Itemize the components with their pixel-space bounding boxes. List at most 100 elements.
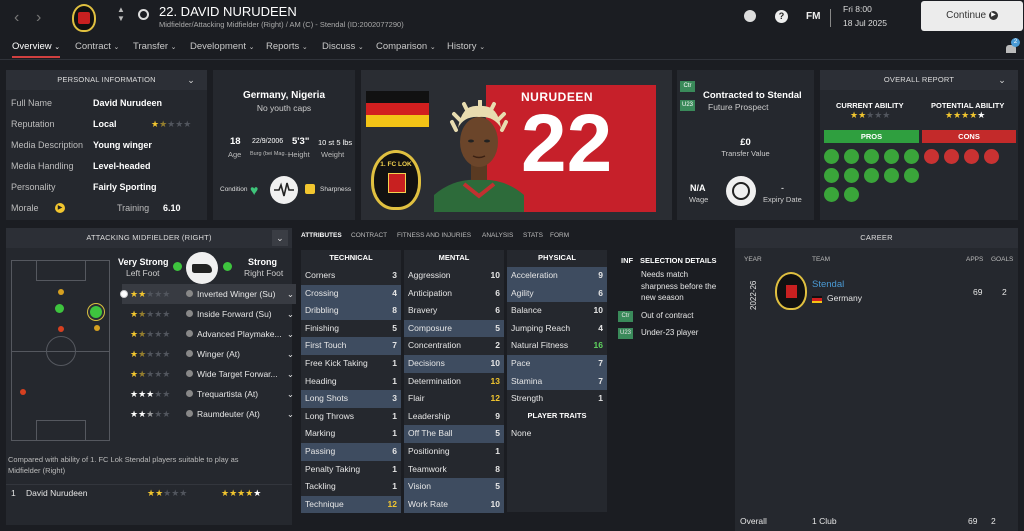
- tab-form[interactable]: FORM: [550, 232, 569, 239]
- attribute-row[interactable]: Off The Ball 5: [404, 425, 504, 443]
- chevron-down-icon[interactable]: ⌄: [287, 364, 294, 384]
- role-row[interactable]: ★★★★★ Advanced Playmake... ⌄: [122, 324, 296, 344]
- attribute-row[interactable]: Concentration 2: [404, 337, 504, 355]
- attribute-row[interactable]: Anticipation 6: [404, 285, 504, 303]
- chevron-down-icon[interactable]: ⌄: [287, 404, 294, 424]
- role-row[interactable]: ★★★★★ Trequartista (At) ⌄: [122, 384, 296, 404]
- pro-icon[interactable]: [864, 149, 879, 164]
- attribute-row[interactable]: First Touch 7: [301, 337, 401, 355]
- attribute-row[interactable]: Pace 7: [507, 355, 607, 373]
- chevron-down-icon[interactable]: ⌄: [287, 324, 294, 344]
- pro-icon[interactable]: [864, 168, 879, 183]
- attribute-row[interactable]: Dribbling 8: [301, 302, 401, 320]
- tab-contract-details[interactable]: CONTRACT: [351, 232, 387, 239]
- attribute-row[interactable]: Flair 12: [404, 390, 504, 408]
- attribute-row[interactable]: Technique 12: [301, 495, 401, 514]
- attribute-row[interactable]: Aggression 10: [404, 267, 504, 285]
- con-icon[interactable]: [964, 149, 979, 164]
- continue-button[interactable]: Continue ▶: [921, 1, 1023, 31]
- role-row[interactable]: ★★★★★ Wide Target Forwar... ⌄: [122, 364, 296, 384]
- pro-icon[interactable]: [824, 149, 839, 164]
- chevron-down-icon[interactable]: ⌄: [287, 284, 294, 304]
- help-icon[interactable]: ?: [775, 10, 788, 23]
- tab-overview[interactable]: Overview ⌄: [12, 41, 61, 58]
- notification-icon[interactable]: 2: [1004, 38, 1020, 54]
- info-icon[interactable]: [186, 290, 193, 297]
- chevron-down-icon[interactable]: ⌄: [272, 230, 288, 246]
- tab-stats[interactable]: STATS: [523, 232, 543, 239]
- pro-icon[interactable]: [884, 168, 899, 183]
- compare-row[interactable]: 1 David Nurudeen ★★★★★ ★★★★★: [6, 484, 292, 502]
- tab-contract[interactable]: Contract ⌄: [75, 41, 119, 52]
- attribute-row[interactable]: Vision 5: [404, 478, 504, 496]
- role-row[interactable]: ★★★★★ Inside Forward (Su) ⌄: [122, 304, 296, 324]
- attribute-row[interactable]: Acceleration 9: [507, 267, 607, 285]
- pro-icon[interactable]: [824, 168, 839, 183]
- info-icon[interactable]: [186, 310, 193, 317]
- chevron-down-icon[interactable]: ⌄: [287, 304, 294, 324]
- info-icon[interactable]: [186, 410, 193, 417]
- tab-discuss[interactable]: Discuss ⌄: [322, 41, 364, 52]
- tab-analysis[interactable]: ANALYSIS: [482, 232, 513, 239]
- attribute-row[interactable]: Long Throws 1: [301, 408, 401, 426]
- attribute-row[interactable]: Penalty Taking 1: [301, 461, 401, 479]
- attribute-row[interactable]: Balance 10: [507, 302, 607, 320]
- forward-arrow-icon[interactable]: ›: [36, 9, 41, 27]
- fm-logo[interactable]: FM: [806, 11, 820, 22]
- chevron-down-icon[interactable]: ⌄: [287, 384, 294, 404]
- attribute-row[interactable]: Free Kick Taking 1: [301, 355, 401, 373]
- chevron-down-icon[interactable]: ⌄: [998, 70, 1006, 90]
- role-row[interactable]: ★★★★★ Raumdeuter (At) ⌄: [122, 404, 296, 424]
- attribute-row[interactable]: Passing 6: [301, 443, 401, 461]
- con-icon[interactable]: [924, 149, 939, 164]
- attribute-row[interactable]: Decisions 10: [404, 355, 504, 373]
- attribute-row[interactable]: Work Rate 10: [404, 495, 504, 514]
- role-row[interactable]: ★★★★★ Winger (At) ⌄: [122, 344, 296, 364]
- attribute-row[interactable]: Corners 3: [301, 267, 401, 285]
- con-icon[interactable]: [944, 149, 959, 164]
- attribute-row[interactable]: Jumping Reach 4: [507, 320, 607, 338]
- attribute-row[interactable]: Agility 6: [507, 284, 607, 303]
- role-row[interactable]: ★★★★★ Inverted Winger (Su) ⌄: [120, 284, 296, 304]
- search-icon[interactable]: [138, 9, 149, 20]
- attribute-row[interactable]: Tackling 1: [301, 478, 401, 496]
- pro-icon[interactable]: [824, 187, 839, 202]
- club-crest[interactable]: [72, 4, 96, 32]
- attribute-row[interactable]: Determination 13: [404, 373, 504, 391]
- tab-transfer[interactable]: Transfer ⌄: [133, 41, 177, 52]
- tab-fitness[interactable]: FITNESS AND INJURIES: [397, 232, 471, 239]
- tab-comparison[interactable]: Comparison ⌄: [376, 41, 436, 52]
- info-icon[interactable]: [186, 390, 193, 397]
- attribute-row[interactable]: Marking 1: [301, 425, 401, 443]
- attribute-row[interactable]: Natural Fitness 16: [507, 337, 607, 355]
- attribute-row[interactable]: Finishing 5: [301, 320, 401, 338]
- chevron-down-icon[interactable]: ⌄: [287, 344, 294, 364]
- up-down-chevron-icon[interactable]: ▲ ▼: [117, 5, 125, 23]
- selected-radio-icon[interactable]: [120, 290, 128, 298]
- attribute-row[interactable]: Bravery 6: [404, 302, 504, 320]
- tab-reports[interactable]: Reports ⌄: [266, 41, 308, 52]
- info-icon[interactable]: [186, 370, 193, 377]
- back-arrow-icon[interactable]: ‹: [14, 9, 19, 27]
- attribute-row[interactable]: Crossing 4: [301, 284, 401, 303]
- pro-icon[interactable]: [904, 149, 919, 164]
- tab-history[interactable]: History ⌄: [447, 41, 485, 52]
- info-icon[interactable]: [186, 330, 193, 337]
- attribute-row[interactable]: Composure 5: [404, 319, 504, 338]
- pro-icon[interactable]: [904, 168, 919, 183]
- chevron-down-icon[interactable]: ⌄: [187, 70, 195, 90]
- attribute-row[interactable]: Heading 1: [301, 373, 401, 391]
- pro-icon[interactable]: [844, 187, 859, 202]
- tab-development[interactable]: Development ⌄: [190, 41, 255, 52]
- tab-attributes[interactable]: ATTRIBUTES: [301, 232, 342, 239]
- info-icon[interactable]: [186, 350, 193, 357]
- football-icon[interactable]: [744, 10, 756, 22]
- pro-icon[interactable]: [884, 149, 899, 164]
- career-team[interactable]: Stendal: [812, 279, 844, 290]
- attribute-row[interactable]: Stamina 7: [507, 372, 607, 391]
- pro-icon[interactable]: [844, 168, 859, 183]
- attribute-row[interactable]: Positioning 1: [404, 443, 504, 461]
- attribute-row[interactable]: Leadership 9: [404, 408, 504, 426]
- attribute-row[interactable]: Long Shots 3: [301, 390, 401, 408]
- attribute-row[interactable]: Strength 1: [507, 390, 607, 408]
